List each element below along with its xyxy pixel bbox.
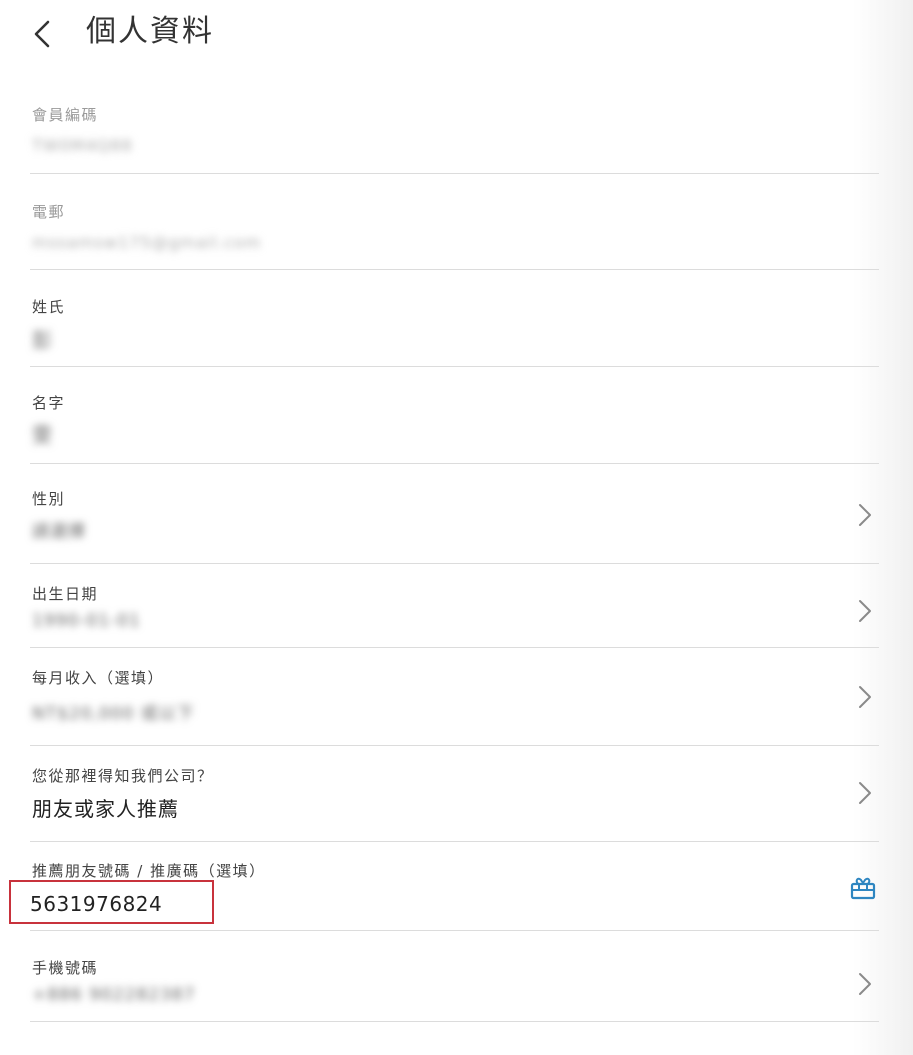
chevron-right-icon[interactable] bbox=[857, 971, 873, 997]
referral-label: 推薦朋友號碼 / 推廣碼（選填） bbox=[32, 862, 266, 880]
page-title: 個人資料 bbox=[86, 14, 214, 49]
gift-icon[interactable] bbox=[849, 875, 877, 901]
income-row[interactable]: 每月收入（選填） NT$20,000 或以下 bbox=[30, 648, 879, 746]
chevron-right-icon[interactable] bbox=[857, 502, 873, 528]
income-value: NT$20,000 或以下 bbox=[32, 704, 195, 724]
header: 個人資料 bbox=[0, 0, 913, 70]
gender-value: 請選擇 bbox=[32, 522, 86, 542]
chevron-left-icon bbox=[34, 20, 50, 48]
back-button[interactable] bbox=[26, 14, 60, 54]
phone-value: +886 902282387 bbox=[32, 985, 196, 1005]
member-id-row: 會員編碼 TW0M4Q88 bbox=[30, 96, 879, 174]
first-name-row[interactable]: 名字 雯 bbox=[30, 367, 879, 464]
gender-label: 性別 bbox=[32, 490, 66, 508]
birthday-row[interactable]: 出生日期 1990-01-01 bbox=[30, 564, 879, 648]
email-value: mssamsw175@gmail.com bbox=[32, 233, 262, 252]
last-name-label: 姓氏 bbox=[32, 298, 66, 316]
member-id-value: TW0M4Q88 bbox=[32, 136, 133, 155]
first-name-label: 名字 bbox=[32, 394, 66, 412]
phone-label: 手機號碼 bbox=[32, 959, 99, 977]
chevron-right-icon[interactable] bbox=[857, 780, 873, 806]
referral-highlight-box bbox=[9, 880, 214, 924]
chevron-right-icon[interactable] bbox=[857, 598, 873, 624]
first-name-value[interactable]: 雯 bbox=[32, 421, 53, 449]
source-label: 您從那裡得知我們公司？ bbox=[32, 767, 214, 785]
source-row[interactable]: 您從那裡得知我們公司？ 朋友或家人推薦 bbox=[30, 746, 879, 842]
chevron-right-icon[interactable] bbox=[857, 684, 873, 710]
phone-row[interactable]: 手機號碼 +886 902282387 bbox=[30, 931, 879, 1022]
birthday-label: 出生日期 bbox=[32, 585, 99, 603]
last-name-value[interactable]: 彭 bbox=[32, 326, 53, 354]
last-name-row[interactable]: 姓氏 彭 bbox=[30, 270, 879, 367]
email-label: 電郵 bbox=[32, 203, 66, 221]
gender-row[interactable]: 性別 請選擇 bbox=[30, 464, 879, 564]
email-row: 電郵 mssamsw175@gmail.com bbox=[30, 174, 879, 270]
income-label: 每月收入（選填） bbox=[32, 669, 165, 687]
birthday-value: 1990-01-01 bbox=[32, 611, 141, 631]
source-value: 朋友或家人推薦 bbox=[32, 797, 179, 821]
member-id-label: 會員編碼 bbox=[32, 106, 99, 124]
